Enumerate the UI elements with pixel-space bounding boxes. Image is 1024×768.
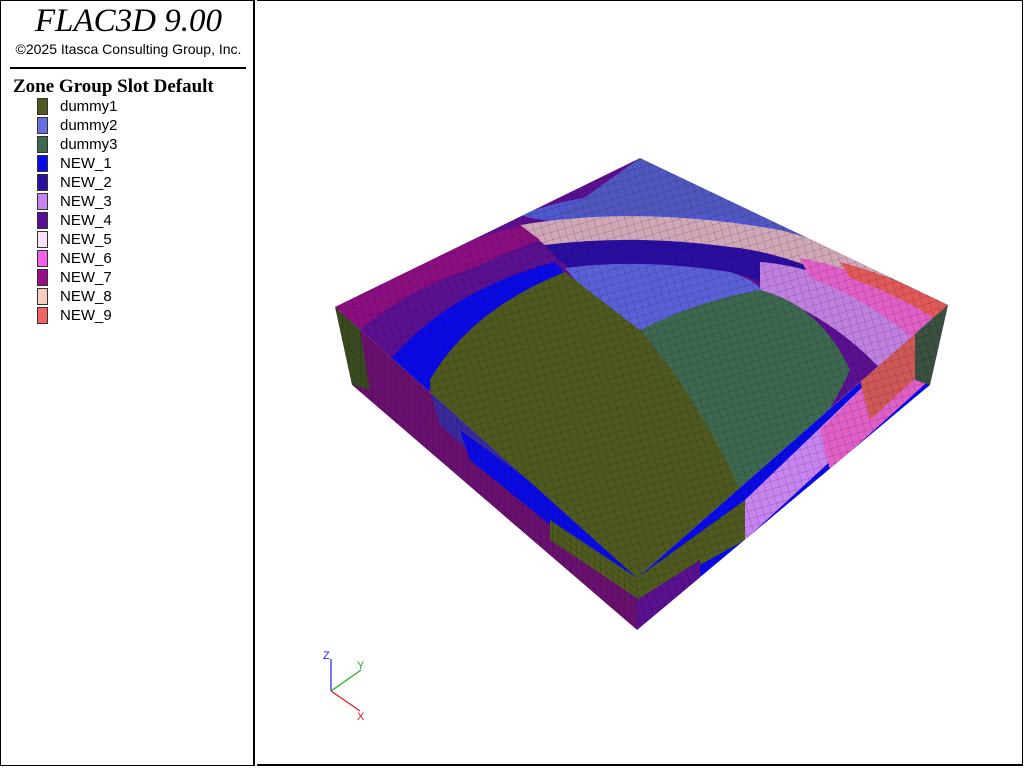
y-axis-line (330, 669, 362, 692)
y-axis-label: Y (357, 660, 365, 672)
zone-model-render: Z Y X (323, 158, 948, 723)
model-top-face (335, 158, 948, 578)
axes-triad: Z Y X (323, 650, 365, 723)
z-axis-label: Z (323, 650, 330, 662)
x-axis-line (330, 690, 361, 712)
x-axis-label: X (357, 711, 365, 723)
